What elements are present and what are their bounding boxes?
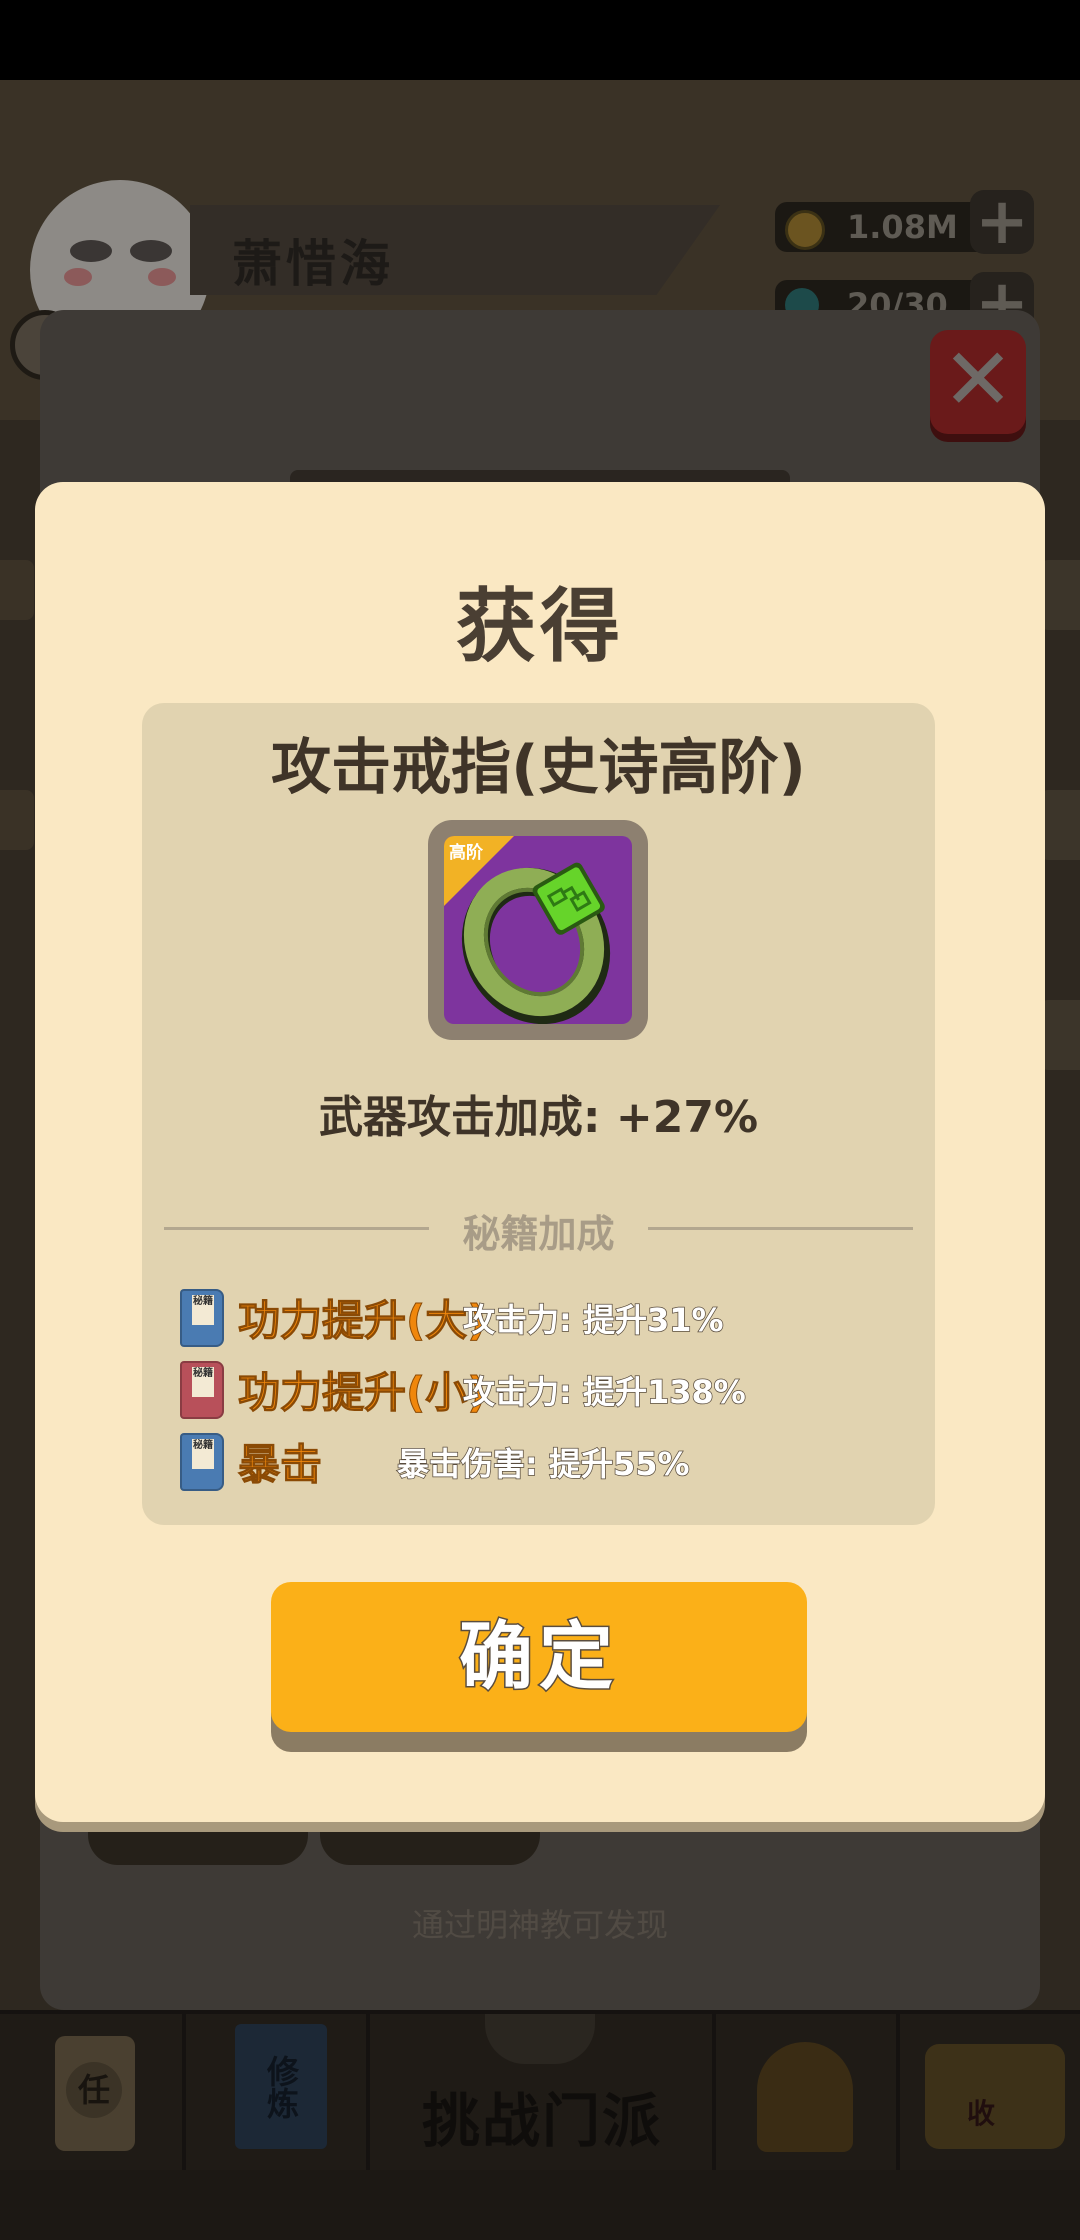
avatar-cheek [64,268,92,286]
coin-counter: 1.08M [775,202,995,252]
skill-name: 功力提升(大) [237,1296,487,1346]
item-icon-background: 高阶 [444,836,632,1024]
add-coins-button[interactable]: + [970,190,1034,254]
nav-challenge-button[interactable]: 挑战门派 [372,2074,712,2158]
nav-cultivate-button[interactable]: 修炼 [235,2024,327,2149]
confirm-button-label: 确定 [458,1613,619,1702]
side-shortcut[interactable] [1040,560,1080,630]
skill-name: 功力提升(小) [237,1368,487,1418]
close-icon: ✕ [941,330,1015,430]
skill-row: 秘籍 功力提升(小) 攻击力: 提升138% [180,1361,920,1421]
skill-effect: 攻击力: 提升138% [462,1372,746,1412]
skill-book-icon: 秘籍 [180,1289,224,1347]
nav-separator [896,2014,900,2174]
tier-badge: 高阶 [449,843,483,863]
skill-book-icon: 秘籍 [180,1433,224,1491]
item-stat: 武器攻击加成: +27% [318,1092,759,1143]
reward-dialog: 获得 攻击戒指(史诗高阶) 高阶 武器攻击加成: +27% 秘籍加成 秘籍 功力… [35,482,1045,1822]
system-nav-bar [0,2170,1080,2240]
side-shortcut-left[interactable] [0,790,34,850]
book-tag: 秘籍 [192,1367,214,1397]
skill-row: 秘籍 功力提升(大) 攻击力: 提升31% [180,1289,920,1349]
status-bar [0,0,1080,80]
book-tag: 秘籍 [192,1439,214,1469]
avatar-eye [70,240,112,262]
skill-row: 秘籍 暴击 暴击伤害: 提升55% [180,1433,920,1493]
book-tag: 秘籍 [192,1295,214,1325]
nav-collect-label: 收 [967,2097,996,2130]
bottom-nav: 任 修炼 挑战门派 收 [0,2010,1080,2174]
item-card: 攻击戒指(史诗高阶) 高阶 武器攻击加成: +27% 秘籍加成 秘籍 功力提升(… [142,703,935,1525]
skill-effect: 攻击力: 提升31% [462,1300,724,1340]
section-title: 秘籍加成 [462,1212,615,1256]
nav-separator [366,2014,370,2174]
nav-separator [712,2014,716,2174]
side-shortcut[interactable] [1040,790,1080,860]
item-icon-frame[interactable]: 高阶 [428,820,648,1040]
nav-separator [182,2014,186,2174]
close-button[interactable]: ✕ [930,330,1026,434]
skill-book-icon: 秘籍 [180,1361,224,1419]
underlying-button [88,1820,308,1865]
confirm-button[interactable]: 确定 [271,1582,807,1732]
underlying-hint-text: 通过明神教可发现 [411,1906,668,1944]
side-shortcut-left[interactable] [0,560,34,620]
coin-amount: 1.08M [847,208,958,246]
item-name: 攻击戒指(史诗高阶) [271,733,806,803]
nav-bell-button[interactable] [757,2042,853,2152]
avatar-eye [130,240,172,262]
skill-effect: 暴击伤害: 提升55% [396,1444,690,1484]
avatar-cheek [148,268,176,286]
underlying-button [320,1820,540,1865]
dialog-title: 获得 [456,580,624,673]
crossed-swords-icon [485,2014,595,2064]
player-name: 萧惜海 [232,235,394,293]
nav-collect-button[interactable]: 收 [925,2044,1065,2149]
side-shortcut[interactable] [1040,1000,1080,1070]
skill-name: 暴击 [237,1440,323,1490]
coin-icon [785,210,825,250]
nav-tasks-label: 任 [66,2062,122,2118]
